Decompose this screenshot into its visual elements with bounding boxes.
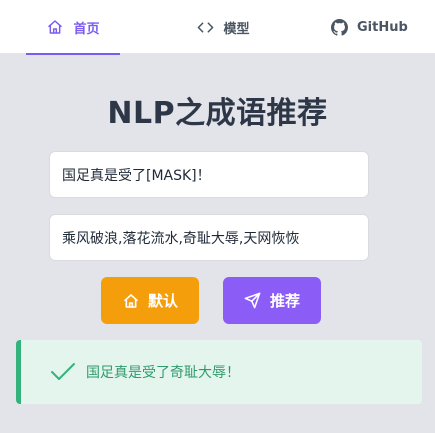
- home-icon: [46, 18, 64, 36]
- recommend-button-label: 推荐: [269, 292, 300, 310]
- send-icon: [244, 292, 262, 310]
- candidates-input[interactable]: 乘风破浪,落花流水,奇耻大辱,天网恢恢: [49, 214, 369, 261]
- github-icon: [330, 18, 348, 36]
- tab-github[interactable]: GitHub: [322, 0, 435, 54]
- default-button[interactable]: 默认: [101, 277, 199, 324]
- page-title: NLP之成语推荐: [107, 96, 328, 131]
- tab-home[interactable]: 首页: [26, 0, 120, 55]
- tab-model-label: 模型: [223, 21, 250, 37]
- tab-model[interactable]: 模型: [178, 0, 268, 54]
- tab-home-label: 首页: [73, 21, 100, 37]
- tab-github-label: GitHub: [357, 19, 408, 35]
- default-button-label: 默认: [147, 292, 178, 310]
- result-text: 国足真是受了奇耻大辱！: [86, 365, 240, 381]
- recommend-button[interactable]: 推荐: [223, 277, 321, 324]
- result-alert: 国足真是受了奇耻大辱！: [16, 340, 422, 404]
- top-navigation: 首页 模型 GitHub: [0, 0, 435, 55]
- home-icon: [122, 292, 140, 310]
- code-icon: [196, 18, 214, 36]
- check-icon: [50, 361, 76, 383]
- sentence-input[interactable]: 国足真是受了[MASK]！: [49, 151, 369, 198]
